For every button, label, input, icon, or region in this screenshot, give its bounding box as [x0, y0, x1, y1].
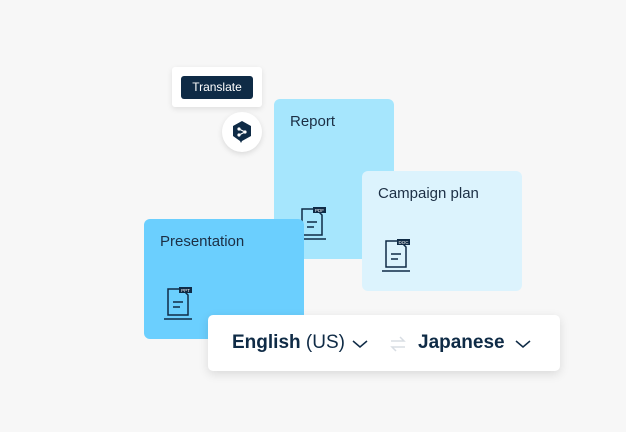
chevron-down-icon[interactable] — [352, 336, 368, 352]
translate-button[interactable]: Translate — [181, 76, 253, 99]
translate-popup: Translate — [172, 67, 262, 107]
ppt-file-icon: PPT — [164, 287, 192, 320]
chevron-down-icon[interactable] — [515, 336, 531, 352]
document-title: Presentation — [160, 233, 245, 250]
source-language-name: English — [232, 332, 301, 353]
swap-arrows-icon[interactable] — [388, 334, 408, 354]
document-title: Report — [290, 113, 336, 130]
target-language-select[interactable]: Japanese — [418, 332, 505, 354]
language-selector-bar: English (US) Japanese — [208, 315, 560, 371]
deepl-logo-icon — [233, 121, 251, 143]
document-card-campaign-plan[interactable]: Campaign plan DOC — [362, 171, 522, 291]
doc-file-icon: DOC — [382, 239, 410, 272]
source-language-region: (US) — [300, 332, 345, 353]
source-language-select[interactable]: English (US) — [232, 332, 345, 354]
svg-text:PDF: PDF — [315, 208, 324, 213]
svg-text:PPT: PPT — [181, 288, 190, 293]
document-title: Campaign plan — [378, 185, 479, 202]
deepl-logo[interactable] — [222, 112, 262, 152]
svg-text:DOC: DOC — [399, 240, 410, 245]
